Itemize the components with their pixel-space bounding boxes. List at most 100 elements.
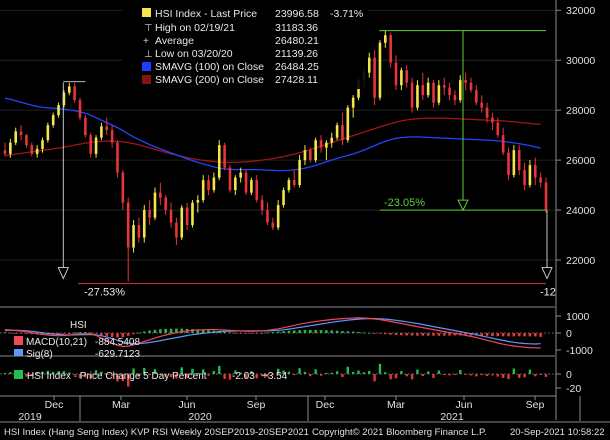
macd-hist-bar	[78, 332, 82, 333]
macd-hist-bar	[501, 333, 505, 337]
candle-body	[266, 210, 269, 223]
month-tick-label: Dec	[316, 399, 335, 411]
macd-hist-bar	[132, 333, 135, 335]
macd-hist-bar	[228, 332, 232, 334]
macd-hist-bar	[426, 333, 430, 336]
candle-body	[351, 97, 355, 108]
candle-body	[282, 190, 285, 206]
candle-body	[517, 150, 521, 171]
candle-body	[442, 85, 446, 88]
macd-hist-bar	[341, 331, 344, 333]
macd-hist-bar	[14, 333, 18, 334]
month-tick-label: Sep	[247, 399, 266, 411]
change-bar	[3, 373, 7, 374]
candle-body	[3, 150, 7, 154]
macd-hist-bar	[298, 330, 301, 333]
candle-body	[367, 57, 371, 73]
change-bar	[485, 374, 489, 377]
candle-body	[175, 222, 178, 238]
legend-high-marker-icon: ⊤	[144, 23, 153, 34]
macd-hist-bar	[266, 332, 269, 334]
legend-low-label: Low on 03/20/20	[155, 48, 233, 60]
change-bar	[426, 371, 430, 374]
macd-hist-bar	[148, 330, 151, 333]
change-bar	[443, 374, 446, 375]
macd-label: MACD(10,21)	[26, 337, 87, 348]
macd-hist-bar	[62, 333, 66, 334]
change-bar	[523, 374, 526, 378]
candle-body	[496, 122, 500, 136]
candle-body	[469, 82, 473, 91]
macd-hist-bar	[539, 333, 542, 337]
change-bar	[528, 369, 532, 374]
year-label: 2021	[440, 411, 464, 423]
macd-hist-bar	[314, 329, 317, 333]
macd-hist-bar	[100, 333, 103, 336]
macd-tick-label: 1000	[566, 311, 590, 323]
change-bar	[303, 371, 307, 374]
candle-body	[421, 85, 425, 96]
legend-high-label: High on 02/19/21	[155, 22, 235, 34]
candle-body	[255, 180, 259, 201]
candle-body	[491, 117, 494, 123]
candle-body	[394, 62, 398, 86]
change-value-2: +3.54	[262, 371, 288, 382]
macd-hist-bar	[528, 333, 532, 337]
candle-body	[30, 145, 34, 154]
macd-hist-bar	[153, 329, 157, 333]
macd-hist-bar	[351, 331, 355, 333]
candle-body	[400, 70, 403, 86]
candle-body	[314, 140, 317, 161]
candle-body	[234, 177, 237, 191]
change-bar	[325, 372, 328, 374]
change-value: -2.03	[232, 371, 255, 382]
drawdown-left-label: -27.53%	[84, 287, 125, 299]
candle-body	[110, 130, 114, 143]
legend-title: HSI Index - Last Price	[155, 8, 257, 20]
candle-body	[432, 82, 435, 103]
legend-high-value: 31183.36	[275, 22, 318, 34]
macd-hist-bar	[400, 333, 403, 336]
candle-body	[405, 70, 409, 83]
candle-body	[528, 165, 532, 186]
macd-hist-bar	[303, 329, 307, 333]
candle-body	[78, 100, 82, 118]
candle-body	[539, 177, 542, 183]
macd-hist-bar	[255, 333, 259, 334]
macd-swatch	[14, 336, 23, 345]
change-bar	[539, 374, 542, 376]
macd-hist-bar	[432, 333, 435, 336]
candle-body	[51, 115, 55, 126]
candle-body	[480, 102, 484, 108]
year-label: 2020	[188, 411, 212, 423]
candle-body	[89, 135, 93, 154]
change-bar	[368, 370, 371, 374]
macd-hist-bar	[287, 330, 291, 333]
candle-body	[410, 82, 414, 108]
candle-body	[212, 177, 216, 191]
macd-hist-bar	[3, 332, 7, 334]
change-bar	[314, 369, 317, 374]
change-bar	[373, 374, 376, 382]
macd-hist-bar	[394, 333, 398, 335]
macd-hist-bar	[309, 329, 312, 333]
legend-title-value: 23996.58	[275, 8, 319, 20]
macd-hist-bar	[73, 332, 76, 334]
change-bar	[346, 366, 350, 374]
candle-body	[169, 210, 173, 223]
legend-last-price-swatch	[142, 8, 151, 17]
candle-body	[185, 207, 189, 226]
candle-body	[223, 145, 226, 168]
candle-body	[250, 180, 253, 193]
candle-body	[287, 180, 291, 191]
macd-hist-bar	[378, 333, 382, 334]
change-bar	[448, 374, 451, 376]
change-bar	[410, 374, 414, 380]
legend-sma100-value: 26484.25	[275, 61, 319, 73]
candle-body	[14, 131, 18, 143]
candle-body	[201, 180, 205, 201]
candle-body	[507, 152, 510, 176]
macd-tick-label: -1000	[566, 345, 593, 357]
macd-hist-bar	[244, 333, 248, 334]
macd-hist-bar	[276, 331, 280, 333]
